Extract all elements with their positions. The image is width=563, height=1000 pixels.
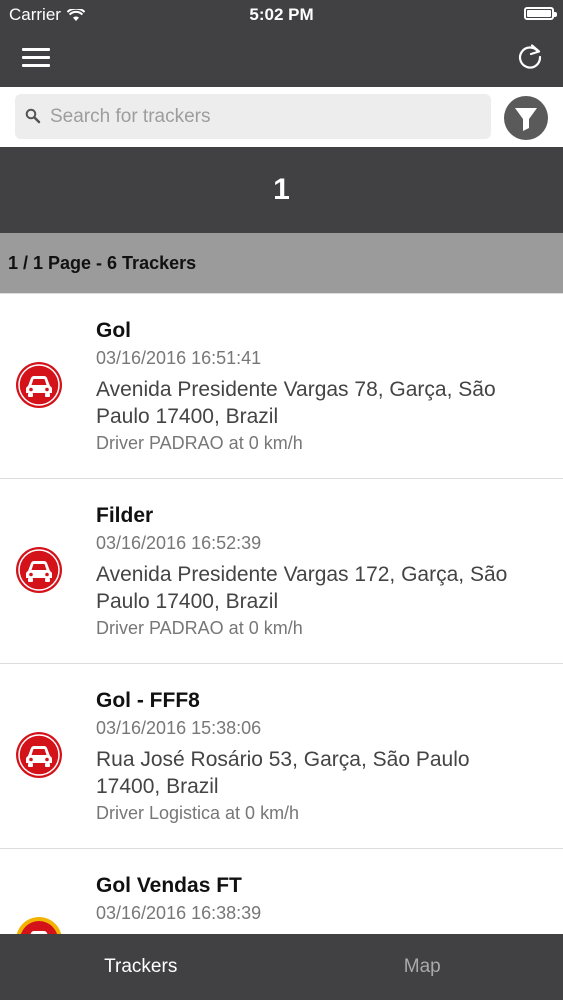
car-icon bbox=[16, 917, 62, 934]
status-bar: Carrier 5:02 PM bbox=[0, 0, 563, 30]
tracker-list-item[interactable]: Gol - FFF8 03/16/2016 15:38:06 Rua José … bbox=[0, 664, 563, 849]
tracker-timestamp: 03/16/2016 15:38:06 bbox=[96, 718, 262, 738]
tracker-driver: Driver PADRAO at 0 km/h bbox=[96, 433, 303, 453]
tracker-list: Gol 03/16/2016 16:51:41 Avenida Presiden… bbox=[0, 293, 563, 934]
filter-icon bbox=[515, 108, 537, 131]
tab-map[interactable]: Map bbox=[282, 934, 563, 1000]
tracker-list-item[interactable]: Gol Vendas FT 03/16/2016 16:38:39 bbox=[0, 849, 563, 934]
tracker-timestamp: 03/16/2016 16:38:39 bbox=[96, 903, 262, 923]
tracker-name: Gol - FFF8 bbox=[96, 689, 200, 712]
tracker-name: Gol bbox=[96, 319, 131, 342]
tracker-timestamp: 03/16/2016 16:51:41 bbox=[96, 348, 262, 368]
current-page-number: 1 bbox=[0, 147, 563, 233]
tracker-timestamp: 03/16/2016 16:52:39 bbox=[96, 533, 262, 553]
refresh-icon bbox=[518, 44, 542, 69]
tab-trackers[interactable]: Trackers bbox=[0, 934, 282, 1000]
tracker-list-item[interactable]: Gol 03/16/2016 16:51:41 Avenida Presiden… bbox=[0, 293, 563, 479]
hamburger-menu-icon bbox=[22, 48, 50, 51]
car-icon bbox=[16, 547, 62, 593]
tracker-address: Rua José Rosário 53, Garça, São Paulo 17… bbox=[96, 748, 470, 798]
car-icon bbox=[16, 362, 62, 408]
search-input[interactable] bbox=[50, 94, 480, 139]
hamburger-menu-icon-line bbox=[22, 56, 50, 59]
search-icon bbox=[25, 108, 41, 124]
tracker-driver: Driver Logistica at 0 km/h bbox=[96, 803, 300, 823]
tracker-driver: Driver PADRAO at 0 km/h bbox=[96, 618, 303, 638]
refresh-button[interactable] bbox=[515, 42, 545, 72]
tracker-name: Filder bbox=[96, 504, 154, 527]
tracker-list-item[interactable]: Filder 03/16/2016 16:52:39 Avenida Presi… bbox=[0, 479, 563, 664]
menu-button[interactable] bbox=[20, 44, 52, 72]
search-field[interactable] bbox=[15, 94, 491, 139]
navigation-bar bbox=[0, 30, 563, 87]
tracker-address: Avenida Presidente Vargas 172, Garça, Sã… bbox=[96, 563, 508, 613]
clock: 5:02 PM bbox=[249, 5, 314, 24]
hamburger-menu-icon-line bbox=[22, 64, 50, 67]
tracker-address: Avenida Presidente Vargas 78, Garça, São… bbox=[96, 378, 496, 428]
car-icon bbox=[16, 732, 62, 778]
search-bar bbox=[0, 87, 563, 147]
page-info: 1 / 1 Page - 6 Trackers bbox=[0, 233, 563, 293]
tracker-name: Gol Vendas FT bbox=[96, 874, 242, 897]
filter-button[interactable] bbox=[504, 96, 548, 140]
tab-bar: Trackers Map bbox=[0, 934, 563, 1000]
battery-icon bbox=[524, 7, 557, 20]
